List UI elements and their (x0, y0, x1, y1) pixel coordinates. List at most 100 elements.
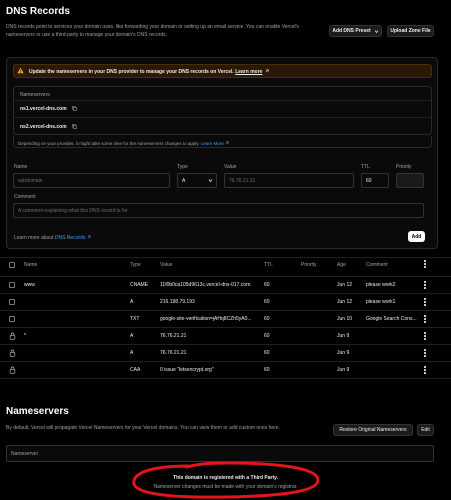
row-checkbox[interactable] (9, 282, 15, 288)
row-kebab-icon[interactable] (424, 349, 427, 358)
warning-icon (17, 67, 24, 74)
external-link-icon (265, 69, 269, 73)
cell-age: Jun 9 (337, 367, 350, 373)
page-description-line2: nameservers or use a third-party to mana… (6, 32, 168, 38)
row-kebab-icon[interactable] (424, 366, 427, 375)
external-link-icon (225, 141, 229, 145)
nameserver-1: ns1.vercel-dns.com (20, 106, 67, 112)
cell-type: A (130, 299, 134, 305)
cell-comment: please work2 (366, 282, 396, 288)
cell-ttl: 60 (264, 350, 270, 356)
table-row[interactable]: TXT google-site-verification=jAHq8CZh5yA0… (0, 310, 451, 327)
cell-comment: Google Search Cons... (366, 316, 417, 322)
value-label: Value (224, 164, 237, 170)
cell-ttl: 60 (264, 367, 270, 373)
dns-records-link[interactable]: DNS Records (55, 235, 86, 241)
restore-original-nameservers-button[interactable]: Restore Original Nameservers (333, 424, 413, 436)
col-header-comment: Comment (366, 262, 388, 268)
table-row[interactable]: www CNAME 11f0b0ca105d9613c.vercel-dns-017… (0, 276, 451, 293)
nameserver-1-row: ns1.vercel-dns.com (20, 106, 77, 112)
cell-age: Jun 9 (337, 350, 350, 356)
external-link-icon (87, 235, 91, 239)
type-select[interactable]: A (177, 173, 217, 188)
header-kebab-icon[interactable] (424, 260, 427, 269)
cell-type: A (130, 350, 134, 356)
table-row[interactable]: A 76.76.21.21 60 Jun 9 (0, 344, 451, 361)
col-header-type: Type (130, 262, 141, 268)
row-checkbox[interactable] (9, 299, 15, 305)
cell-value: google-site-verification=jAHq8CZh5yA0... (160, 316, 252, 322)
col-header-ttl: TTL (264, 262, 273, 268)
cell-age: Jun 12 (337, 282, 353, 288)
table-row[interactable]: * A 76.76.21.21 60 Jun 9 (0, 327, 451, 344)
divider (0, 257, 451, 258)
lock-icon (9, 349, 16, 357)
cell-ttl: 60 (264, 282, 270, 288)
cell-type: CAA (130, 367, 141, 373)
cell-ttl: 60 (264, 333, 270, 339)
copy-icon[interactable] (72, 124, 77, 129)
comment-label: Comment (14, 194, 36, 200)
ttl-label: TTL (361, 164, 370, 170)
cell-value: 216.198.79.193 (160, 299, 195, 305)
type-select-value: A (182, 177, 186, 184)
type-label: Type (177, 164, 188, 170)
cell-value: 76.76.21.21 (160, 333, 187, 339)
cell-type: CNAME (130, 282, 149, 288)
upload-zone-file-button[interactable]: Upload Zone File (387, 25, 434, 37)
add-dns-preset-label: Add DNS Preset (332, 28, 371, 34)
priority-label: Priority (396, 164, 412, 170)
cell-ttl: 60 (264, 316, 270, 322)
warning-learn-more-link[interactable]: Learn more (235, 69, 262, 75)
lock-icon (9, 332, 16, 340)
priority-input[interactable] (396, 173, 424, 188)
row-kebab-icon[interactable] (424, 281, 427, 290)
name-input[interactable]: subdomain (13, 173, 170, 188)
col-header-priority: Priority (301, 262, 317, 268)
warning-text: Update the nameservers in your DNS provi… (29, 69, 234, 75)
cell-value: 11f0b0ca105d9613c.vercel-dns-017.com. (160, 282, 252, 288)
divider (13, 117, 432, 118)
edit-nameservers-button[interactable]: Edit (417, 424, 434, 436)
col-header-age: Age (337, 262, 346, 268)
row-checkbox[interactable] (9, 316, 15, 322)
copy-icon[interactable] (72, 106, 77, 111)
comment-input[interactable]: A comment explaining what this DNS recor… (13, 203, 424, 218)
row-kebab-icon[interactable] (424, 332, 427, 341)
cell-value: 0 issue "letsencrypt.org" (160, 367, 214, 373)
select-all-checkbox[interactable] (9, 262, 15, 268)
cell-ttl: 60 (264, 299, 270, 305)
table-row[interactable]: CAA 0 issue "letsencrypt.org" 60 Jun 9 (0, 361, 451, 378)
name-label: Name (14, 164, 28, 170)
cell-age: Jun 12 (337, 299, 353, 305)
nameservers-description: By default, Vercel will propagate Vercel… (6, 425, 281, 431)
page-description-line1: DNS records point to services your domai… (6, 24, 300, 30)
add-dns-preset-button[interactable]: Add DNS Preset (329, 25, 382, 37)
cell-value: 76.76.21.21 (160, 350, 187, 356)
row-kebab-icon[interactable] (424, 315, 427, 324)
cell-age: Jun 9 (337, 333, 350, 339)
row-kebab-icon[interactable] (424, 298, 427, 307)
cell-type: TXT (130, 316, 140, 322)
nameservers-card-heading: Nameservers (20, 92, 50, 98)
cell-name: * (24, 333, 26, 339)
divider (0, 378, 451, 379)
cell-name: www (24, 282, 35, 288)
cell-type: A (130, 333, 134, 339)
value-input[interactable]: 76.76.21.21 (224, 173, 354, 188)
nameservers-title: Nameservers (6, 406, 69, 417)
col-header-name: Name (24, 262, 38, 268)
table-row[interactable]: A 216.198.79.193 60 Jun 12 please work1 (0, 293, 451, 310)
cell-comment: please work1 (366, 299, 396, 305)
nameserver-2: ns2.vercel-dns.com (20, 124, 67, 130)
nameservers-learn-more-link[interactable]: Learn More (201, 141, 224, 146)
nameservers-note: Depending on your provider, it might tak… (18, 141, 200, 146)
ttl-input[interactable]: 60 (361, 173, 389, 188)
col-header-value: Value (160, 262, 173, 268)
annotation-circle (132, 461, 320, 499)
nameserver-2-row: ns2.vercel-dns.com (20, 124, 77, 130)
nameservers-note-wrap: Depending on your provider, it might tak… (18, 141, 229, 146)
learn-dns-records-wrap: Learn more about DNS Records (14, 235, 91, 241)
lock-icon (9, 366, 16, 374)
add-record-button[interactable]: Add (408, 231, 425, 242)
